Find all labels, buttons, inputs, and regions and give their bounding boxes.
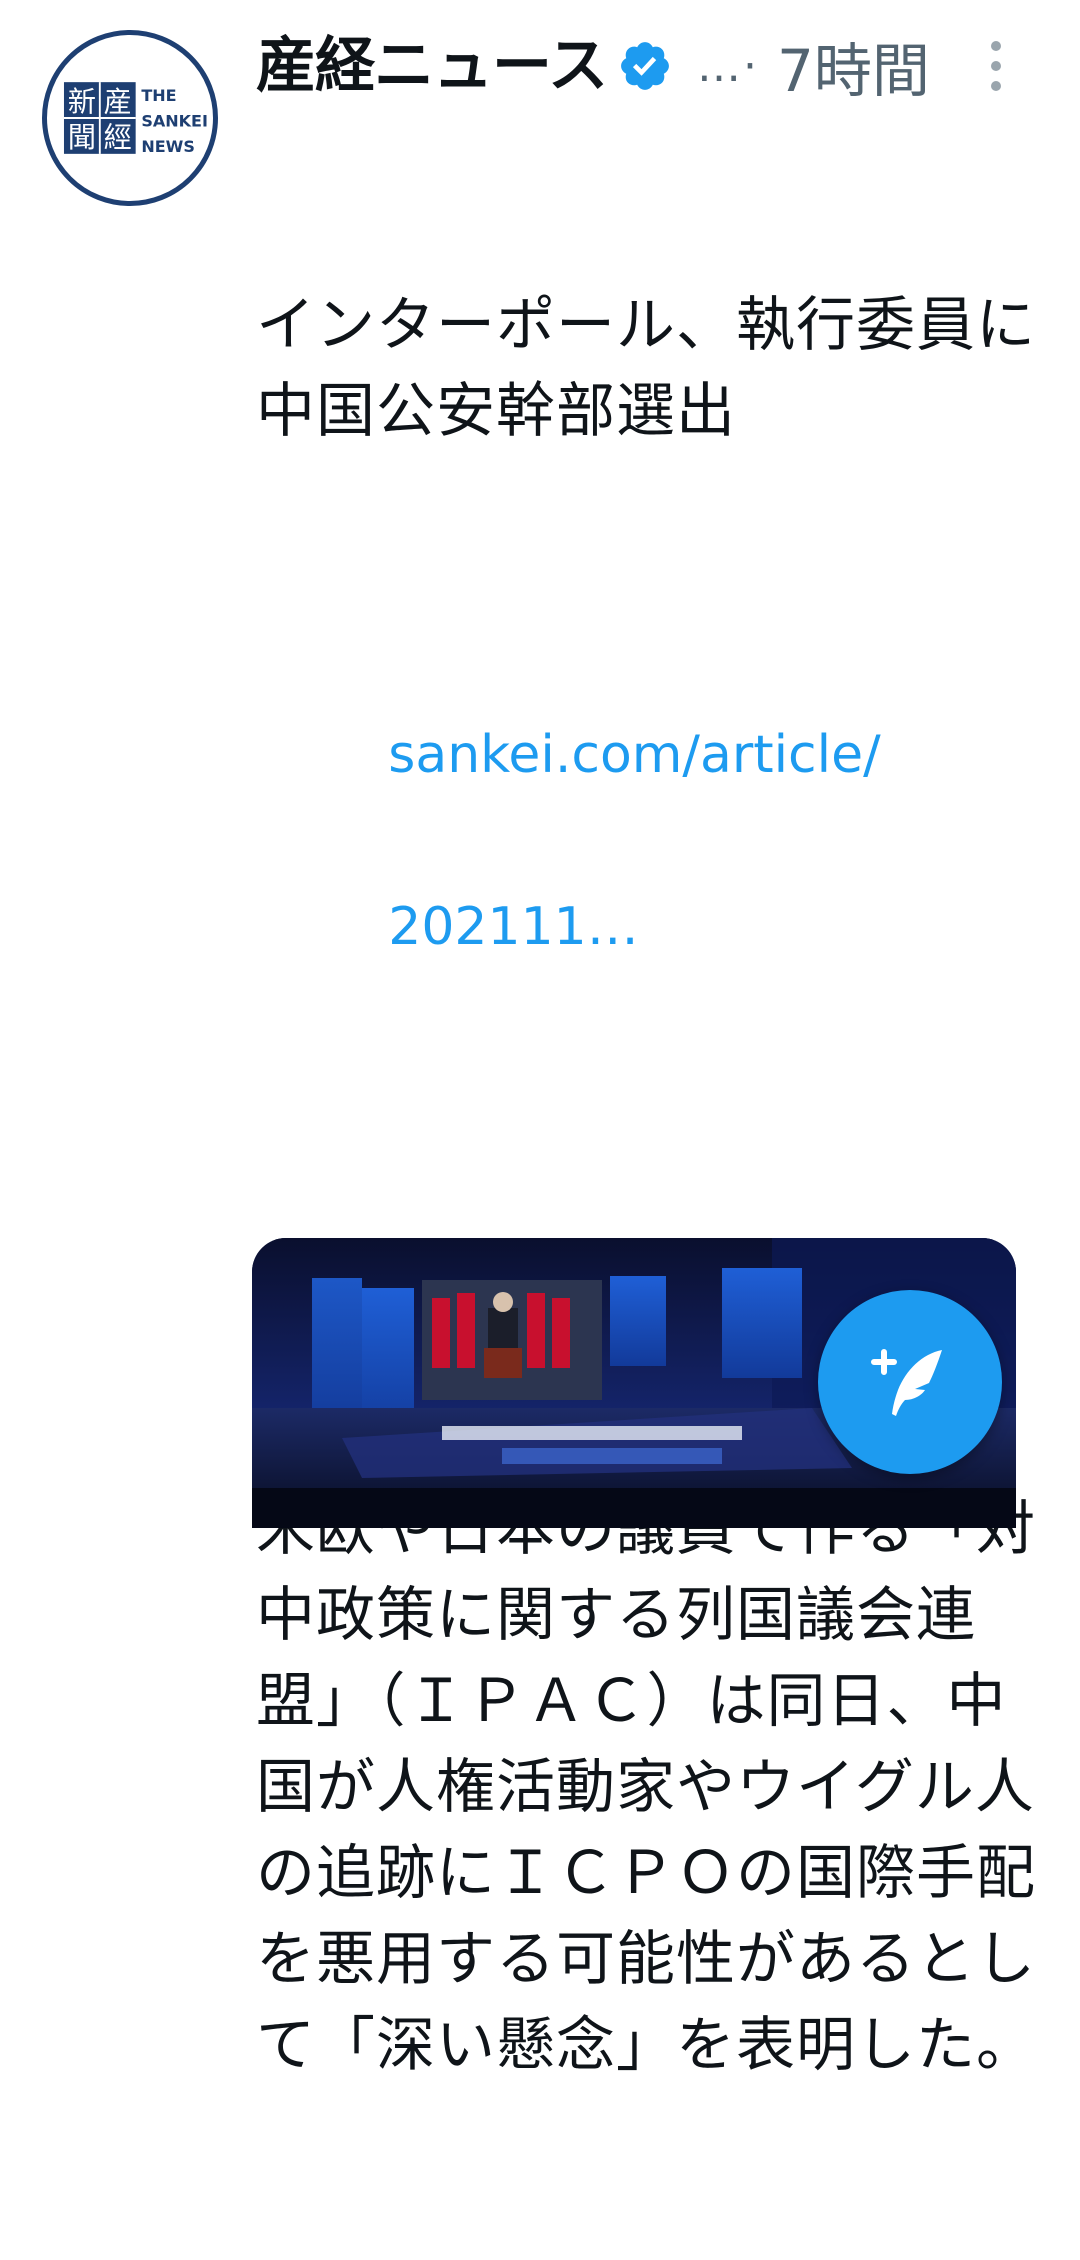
logo-kanji-4: 經 [104, 121, 132, 154]
tweet-body: 米欧や日本の議員で作る「対中政策に関する列国議会連盟」（ＩＰＡＣ）は同日、中国が… [256, 1494, 1037, 2079]
more-vertical-icon[interactable] [976, 38, 1016, 94]
article-link-line-1: sankei.com/article/ [388, 725, 881, 785]
tweet-content: 産経ニュース …· 7時間 インターポール、執行委員に中国公安幹部選出 sank… [256, 26, 1046, 2260]
compose-tweet-button[interactable] [818, 1290, 1002, 1474]
avatar[interactable]: 新 産 聞 經 THE SANKEI NEWS [42, 30, 218, 206]
article-link[interactable]: sankei.com/article/ 202111… [256, 626, 1046, 1056]
verified-badge-icon [617, 38, 673, 94]
tweet-header: 産経ニュース …· 7時間 [256, 26, 1046, 106]
logo-kanji-2: 産 [104, 85, 132, 118]
logo-text-the: THE [141, 86, 176, 105]
tweet-headline: インターポール、執行委員に中国公安幹部選出 [256, 290, 1037, 445]
tweet-text: インターポール、執行委員に中国公安幹部選出 sankei.com/article… [256, 110, 1046, 2260]
article-link-line-2: 202111… [388, 897, 639, 957]
display-name[interactable]: 産経ニュース [256, 26, 608, 106]
logo-text-news: NEWS [141, 137, 195, 156]
logo-text-sankei: SANKEI [141, 111, 208, 130]
logo-kanji-1: 新 [68, 85, 96, 118]
tweet-timestamp[interactable]: 7時間 [777, 24, 930, 108]
logo-kanji-3: 聞 [68, 121, 96, 154]
account-handle[interactable]: …· [697, 41, 759, 92]
compose-tweet-icon [871, 1349, 942, 1416]
sankei-logo: 新 産 聞 經 THE SANKEI NEWS [63, 82, 208, 156]
